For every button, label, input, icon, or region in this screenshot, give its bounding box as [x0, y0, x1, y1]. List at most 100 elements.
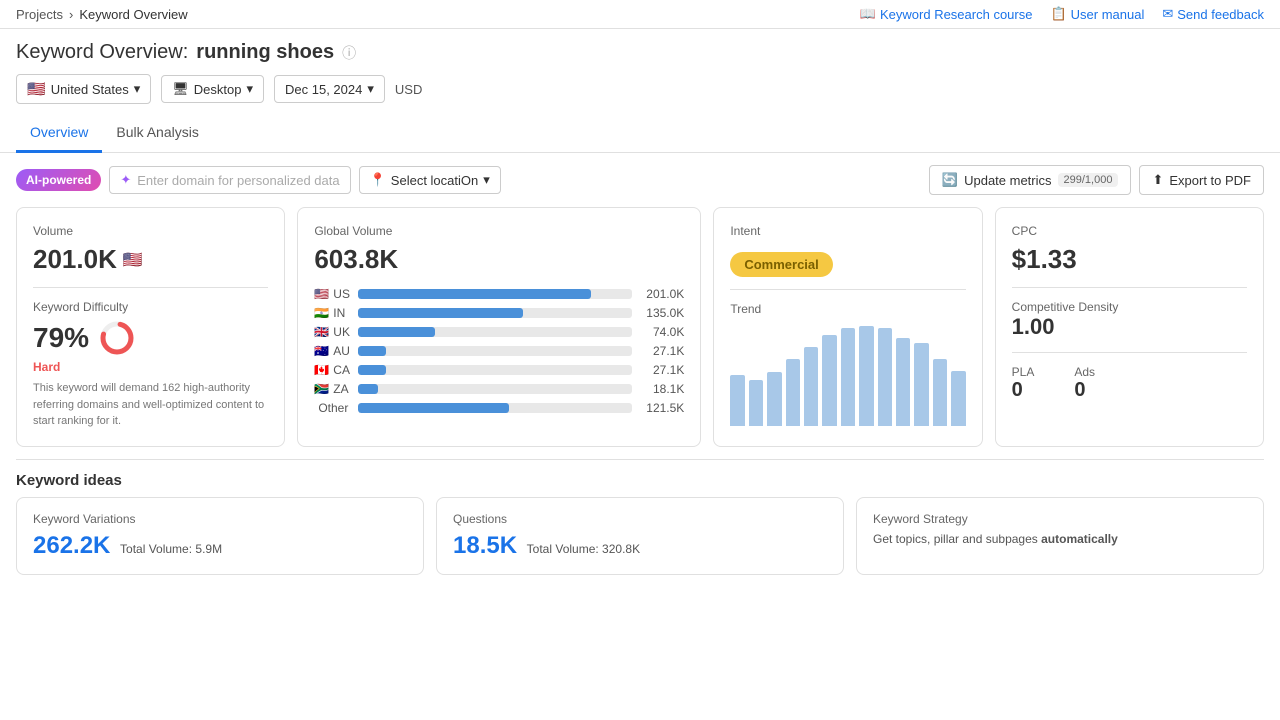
top-nav-links: 📖 Keyword Research course 📋 User manual …: [860, 6, 1264, 22]
country-label: Other: [314, 401, 350, 415]
action-bar-left: AI-powered ✦ Enter domain for personaliz…: [16, 166, 501, 194]
questions-label: Questions: [453, 512, 827, 526]
bar-count: 18.1K: [640, 382, 684, 396]
trend-bar-item: [767, 372, 781, 426]
keyword-title: running shoes: [196, 41, 334, 64]
variations-sub: Total Volume: 5.9M: [120, 542, 222, 556]
device-selector[interactable]: 🖥 Desktop ▾: [161, 75, 264, 103]
country-flag: 🇺🇸: [314, 287, 329, 301]
bar-fill: [358, 403, 509, 413]
kd-value: 79%: [33, 322, 89, 354]
breadcrumb: Projects › Keyword Overview: [16, 7, 188, 22]
bar-count: 135.0K: [640, 306, 684, 320]
ideas-cards: Keyword Variations 262.2K Total Volume: …: [16, 497, 1264, 575]
strategy-auto: automatically: [1041, 532, 1118, 546]
country-label: 🇮🇳 IN: [314, 306, 350, 320]
variations-value: 262.2K: [33, 532, 110, 559]
page-header: Keyword Overview: running shoes ⓘ: [0, 29, 1280, 64]
cpc-value: $1.33: [1012, 244, 1247, 275]
country-label: 🇺🇸 US: [314, 287, 350, 301]
bar-fill: [358, 289, 591, 299]
global-volume-value: 603.8K: [314, 244, 684, 275]
country-flag: 🇬🇧: [314, 325, 329, 339]
bar-fill: [358, 346, 385, 356]
trend-bar-item: [859, 326, 873, 426]
country-label: 🇿🇦 ZA: [314, 382, 350, 396]
refresh-icon: 🔄: [942, 172, 958, 188]
country-label: 🇦🇺 AU: [314, 344, 350, 358]
bar-count: 74.0K: [640, 325, 684, 339]
top-nav: Projects › Keyword Overview 📖 Keyword Re…: [0, 0, 1280, 29]
trend-bar-item: [841, 328, 855, 426]
page-title: Keyword Overview: running shoes ⓘ: [16, 41, 1264, 64]
ai-badge: AI-powered: [16, 169, 101, 191]
currency-label: USD: [395, 82, 422, 97]
tab-bulk-analysis[interactable]: Bulk Analysis: [102, 114, 212, 153]
trend-bar-item: [933, 359, 947, 426]
keyword-research-link[interactable]: 📖 Keyword Research course: [860, 6, 1033, 22]
questions-sub: Total Volume: 320.8K: [527, 542, 640, 556]
country-flag: 🇦🇺: [314, 344, 329, 358]
country-bar-item: Other 121.5K: [314, 401, 684, 415]
bar-count: 121.5K: [640, 401, 684, 415]
strategy-desc: Get topics, pillar and subpages automati…: [873, 532, 1247, 546]
tabs: Overview Bulk Analysis: [0, 114, 1280, 153]
country-bar-item: 🇺🇸 US 201.0K: [314, 287, 684, 301]
ads-item: Ads 0: [1074, 365, 1095, 402]
bar-count: 27.1K: [640, 363, 684, 377]
date-selector[interactable]: Dec 15, 2024 ▾: [274, 75, 385, 103]
breadcrumb-sep: ›: [69, 7, 73, 22]
export-pdf-button[interactable]: ⬆ Export to PDF: [1139, 165, 1264, 195]
domain-input[interactable]: ✦ Enter domain for personalized data: [109, 166, 350, 194]
country-bar-item: 🇦🇺 AU 27.1K: [314, 344, 684, 358]
volume-kd-card: Volume 201.0K 🇺🇸 Keyword Difficulty 79% …: [16, 207, 285, 447]
global-volume-label: Global Volume: [314, 224, 684, 238]
ads-label: Ads: [1074, 365, 1095, 379]
trend-bar-item: [730, 375, 744, 426]
country-flag: 🇿🇦: [314, 382, 329, 396]
country-selector[interactable]: 🇺🇸 United States ▾: [16, 74, 151, 104]
cards-row: Volume 201.0K 🇺🇸 Keyword Difficulty 79% …: [0, 207, 1280, 459]
cpc-label: CPC: [1012, 224, 1247, 238]
bar-track: [358, 384, 632, 394]
country-bar-item: 🇮🇳 IN 135.0K: [314, 306, 684, 320]
volume-value: 201.0K 🇺🇸: [33, 244, 268, 275]
trend-bar-item: [822, 335, 836, 426]
chevron-down-icon-3: ▾: [367, 81, 374, 97]
keyword-ideas-title: Keyword ideas: [16, 459, 1264, 497]
bar-track: [358, 346, 632, 356]
questions-value: 18.5K: [453, 532, 517, 559]
bar-count: 27.1K: [640, 344, 684, 358]
tab-overview[interactable]: Overview: [16, 114, 102, 153]
projects-link[interactable]: Projects: [16, 7, 63, 22]
country-bar-item: 🇿🇦 ZA 18.1K: [314, 382, 684, 396]
trend-bar-item: [896, 338, 910, 426]
send-feedback-link[interactable]: ✉ Send feedback: [1162, 6, 1264, 22]
info-icon[interactable]: ⓘ: [342, 43, 356, 63]
intent-trend-card: Intent Commercial Trend: [713, 207, 982, 447]
questions-card: Questions 18.5K Total Volume: 320.8K: [436, 497, 844, 575]
book-icon: 📖: [860, 6, 876, 22]
chevron-down-icon-2: ▾: [246, 81, 253, 97]
kd-hard-label: Hard: [33, 360, 268, 374]
update-counter: 299/1,000: [1058, 173, 1119, 187]
volume-label: Volume: [33, 224, 268, 238]
desktop-icon: 🖥: [172, 81, 189, 97]
export-icon: ⬆: [1152, 172, 1163, 188]
user-manual-link[interactable]: 📋 User manual: [1050, 6, 1144, 22]
strategy-label: Keyword Strategy: [873, 512, 1247, 526]
bar-track: [358, 308, 632, 318]
kd-row: 79%: [33, 320, 268, 356]
toolbar: 🇺🇸 United States ▾ 🖥 Desktop ▾ Dec 15, 2…: [0, 64, 1280, 114]
country-flag: 🇨🇦: [314, 363, 329, 377]
country-label: 🇨🇦 CA: [314, 363, 350, 377]
update-metrics-button[interactable]: 🔄 Update metrics 299/1,000: [929, 165, 1132, 195]
pla-ads-row: PLA 0 Ads 0: [1012, 365, 1247, 402]
intent-value: Commercial: [730, 252, 832, 277]
variations-label: Keyword Variations: [33, 512, 407, 526]
manual-icon: 📋: [1050, 6, 1066, 22]
keyword-ideas-section: Keyword ideas Keyword Variations 262.2K …: [0, 459, 1280, 587]
strategy-card: Keyword Strategy Get topics, pillar and …: [856, 497, 1264, 575]
trend-bar-item: [878, 328, 892, 426]
location-selector[interactable]: 📍 Select locatiOn ▾: [359, 166, 501, 194]
